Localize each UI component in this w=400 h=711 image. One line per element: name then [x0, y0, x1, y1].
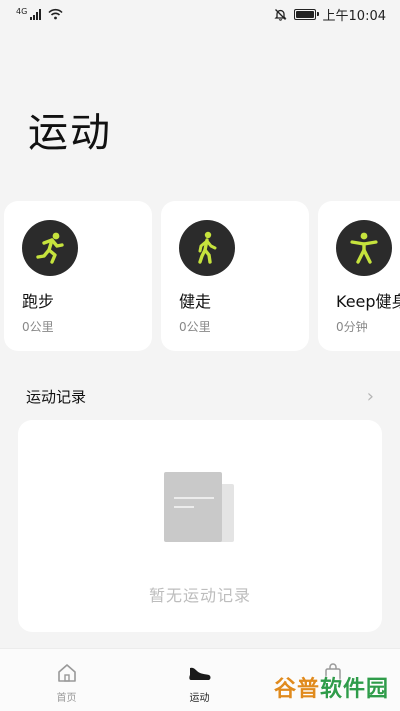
- watermark-part1: 谷普: [274, 677, 321, 702]
- running-icon: [22, 220, 78, 276]
- walking-icon: [179, 220, 235, 276]
- keep-fitness-icon: [336, 220, 392, 276]
- site-watermark: 谷普 软件园: [274, 672, 389, 702]
- empty-document-icon: [164, 472, 234, 542]
- tab-label: 首页: [56, 693, 77, 704]
- sport-cards-row: 跑步 0公里 健走 0公里 Keep健身 0分钟: [0, 201, 400, 351]
- chevron-right-icon: ›: [366, 385, 374, 407]
- wifi-icon: [48, 8, 63, 20]
- sport-card-keep[interactable]: Keep健身 0分钟: [318, 201, 400, 351]
- clock: 上午10:04: [322, 8, 386, 24]
- watermark-part2: 软件园: [320, 677, 390, 702]
- signal-icon: [30, 8, 42, 20]
- tab-home[interactable]: 首页: [0, 649, 133, 711]
- status-bar: 4G 上午10:04: [0, 0, 400, 28]
- sport-card-value: 0分钟: [336, 320, 368, 334]
- sport-card-value: 0公里: [179, 320, 211, 334]
- records-card: 暂无运动记录: [18, 420, 382, 632]
- sport-card-name: 健走: [179, 292, 212, 311]
- records-title: 运动记录: [26, 387, 87, 406]
- sneaker-icon: [188, 661, 212, 685]
- sport-card-name: Keep健身: [336, 292, 400, 311]
- sport-card-walking[interactable]: 健走 0公里: [161, 201, 309, 351]
- empty-records-text: 暂无运动记录: [148, 586, 251, 605]
- page-title: 运动: [28, 110, 112, 156]
- tab-sport[interactable]: 运动: [133, 649, 266, 711]
- records-header[interactable]: 运动记录 ›: [0, 384, 400, 408]
- status-left: 4G: [16, 8, 63, 20]
- mute-bell-icon: [273, 8, 287, 21]
- network-type: 4G: [16, 7, 28, 16]
- sport-card-running[interactable]: 跑步 0公里: [4, 201, 152, 351]
- sport-card-value: 0公里: [22, 320, 54, 334]
- tab-label: 运动: [189, 693, 210, 704]
- status-right: 上午10:04: [273, 5, 386, 24]
- battery-icon: [293, 8, 319, 20]
- sport-card-name: 跑步: [22, 292, 55, 311]
- home-icon: [55, 661, 79, 685]
